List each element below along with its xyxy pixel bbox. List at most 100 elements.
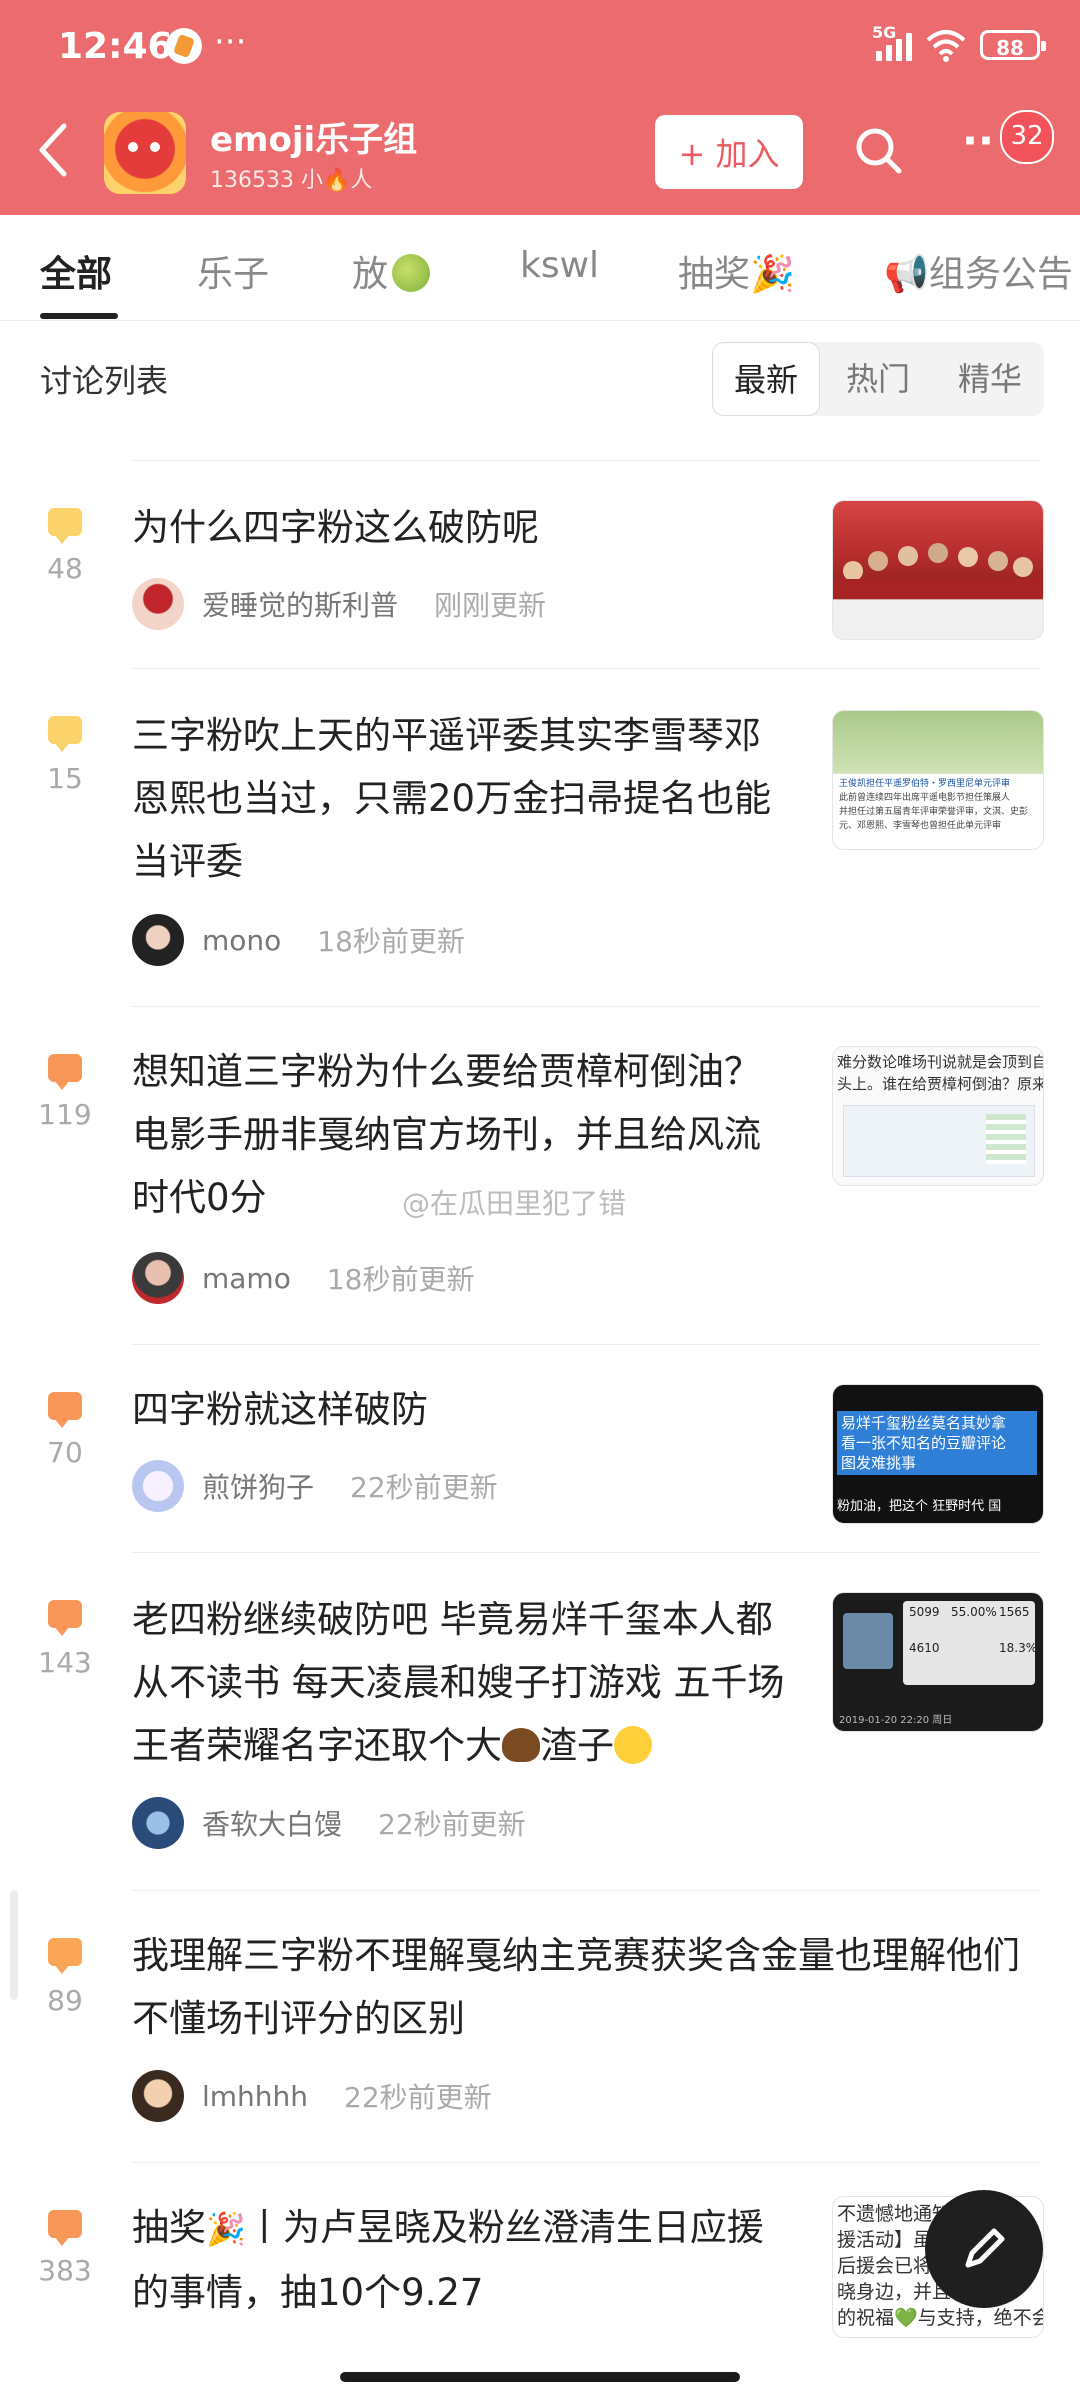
username[interactable]: mono <box>202 924 281 957</box>
status-time: 12:46 <box>58 26 173 67</box>
new-post-button[interactable] <box>925 2190 1043 2308</box>
divider <box>132 668 1040 669</box>
network-type: 5G <box>872 23 897 42</box>
group-name: emoji乐子组 <box>210 120 418 160</box>
post-meta: mono 18秒前更新 <box>132 914 465 966</box>
notification-badge: 32 <box>1000 110 1054 164</box>
comment-count: 89 <box>47 1984 83 2017</box>
sort-selector: 最新 热门 精华 <box>712 342 1044 416</box>
update-time: 22秒前更新 <box>350 1471 498 1504</box>
post-title[interactable]: 我理解三字粉不理解戛纳主竞赛获奖含金量也理解他们不懂场刊评分的区别 <box>132 1924 1042 2050</box>
active-tab-indicator <box>40 313 118 319</box>
comment-icon <box>48 1938 82 1974</box>
username[interactable]: 煎饼狗子 <box>202 1466 314 1506</box>
status-more-dots: ··· <box>214 22 247 62</box>
party-popper-icon: 🎉 <box>206 2210 246 2248</box>
search-icon[interactable] <box>854 126 904 176</box>
comment-count: 48 <box>47 552 83 585</box>
post-thumbnail[interactable] <box>832 500 1044 640</box>
member-count: 136533 小🔥人 <box>210 168 373 193</box>
more-icon[interactable]: ·· <box>962 116 994 165</box>
avatar[interactable] <box>132 1460 184 1512</box>
audience-photo-image <box>833 543 1043 599</box>
avatar[interactable] <box>132 1797 184 1849</box>
username[interactable]: 香软大白馒 <box>202 1803 342 1843</box>
comment-icon <box>48 508 82 544</box>
post-title[interactable]: 老四粉继续破防吧 毕竟易烊千玺本人都从不读书 每天凌晨和嫂子打游戏 五千场王者荣… <box>132 1588 792 1777</box>
username[interactable]: 爱睡觉的斯利普 <box>202 584 398 624</box>
back-arrow-icon[interactable] <box>30 120 80 180</box>
divider <box>132 1890 1040 1891</box>
status-indicators: 5G 88 <box>872 23 1046 62</box>
post-title[interactable]: 抽奖🎉丨为卢昱晓及粉丝澄清生日应援的事情，抽10个9.27 <box>132 2196 792 2324</box>
username[interactable]: mamo <box>202 1262 291 1295</box>
comment-icon <box>48 2210 82 2246</box>
thumbnail-stats-card: 5099 55.00% 1565 4610 18.3% <box>903 1601 1037 1685</box>
post-meta: 香软大白馒 22秒前更新 <box>132 1797 526 1849</box>
comment-icon <box>48 1054 82 1090</box>
username[interactable]: lmhhhh <box>202 2080 308 2113</box>
thumbnail-text: 王俊凯担任平遥罗伯特・罗西里尼单元评审 此前曾连续四年出席平遥电影节担任策展人 … <box>839 779 1029 831</box>
tab-announcements[interactable]: 📢组务公告 <box>884 245 1073 297</box>
update-time: 22秒前更新 <box>378 1808 526 1841</box>
post-meta: mamo 18秒前更新 <box>132 1252 474 1304</box>
avatar[interactable] <box>132 1252 184 1304</box>
post-meta: 煎饼狗子 22秒前更新 <box>132 1460 498 1512</box>
update-time: 22秒前更新 <box>344 2081 492 2114</box>
avatar[interactable] <box>132 578 184 630</box>
tab-lezi[interactable]: 乐子 <box>197 245 269 297</box>
update-time: 刚刚更新 <box>434 589 547 622</box>
scroll-indicator[interactable] <box>10 1890 18 2000</box>
divider <box>132 2162 1040 2163</box>
app-notification-icon <box>166 28 202 64</box>
edit-pen-icon <box>965 2228 1005 2268</box>
sort-featured[interactable]: 精华 <box>936 342 1044 416</box>
poop-emoji-icon <box>502 1728 540 1762</box>
post-meta: lmhhhh 22秒前更新 <box>132 2070 492 2122</box>
update-time: 18秒前更新 <box>326 1263 475 1296</box>
comment-icon <box>48 716 82 752</box>
tab-lottery[interactable]: 抽奖🎉 <box>678 245 795 297</box>
update-time: 18秒前更新 <box>317 925 465 958</box>
divider <box>132 460 1040 461</box>
divider <box>132 1344 1040 1345</box>
comment-count: 119 <box>38 1098 92 1131</box>
wifi-icon <box>926 30 966 62</box>
comment-icon <box>48 1392 82 1428</box>
post-thumbnail[interactable]: 易烊千玺粉丝莫名其妙拿 看一张不知名的豆瓣评论 图发难挑事 粉加油，把这个 狂野… <box>832 1384 1044 1524</box>
home-indicator[interactable] <box>340 2372 740 2382</box>
thumbnail-date: 2019-01-20 22:20 周日 <box>839 1715 953 1726</box>
signal-icon: 5G <box>872 23 912 61</box>
battery-icon: 88 <box>980 30 1046 60</box>
tab-kswl[interactable]: kswl <box>520 245 599 286</box>
post-title[interactable]: 三字粉吹上天的平遥评委其实李雪琴邓恩熙也当过，只需20万金扫帚提名也能当评委 <box>132 704 792 893</box>
post-meta: 爱睡觉的斯利普 刚刚更新 <box>132 578 546 630</box>
laughing-emoji-icon <box>614 1726 652 1764</box>
comment-count: 143 <box>38 1646 92 1679</box>
join-button[interactable]: + 加入 <box>655 115 803 189</box>
sort-latest[interactable]: 最新 <box>712 342 820 416</box>
post-title[interactable]: 为什么四字粉这么破防呢 <box>132 496 792 559</box>
tab-melon[interactable]: 放 <box>352 245 431 297</box>
divider <box>132 1552 1040 1553</box>
thumbnail-game-avatar <box>843 1613 893 1669</box>
group-avatar[interactable] <box>104 112 186 194</box>
post-thumbnail[interactable]: 王俊凯担任平遥罗伯特・罗西里尼单元评审 此前曾连续四年出席平遥电影节担任策展人 … <box>832 710 1044 850</box>
post-thumbnail[interactable]: 5099 55.00% 1565 4610 18.3% 2019-01-20 2… <box>832 1592 1044 1732</box>
fire-icon: 🔥 <box>322 168 351 193</box>
thumbnail-table-image <box>843 1105 1035 1177</box>
comment-count: 70 <box>47 1436 83 1469</box>
avatar[interactable] <box>132 914 184 966</box>
post-thumbnail[interactable]: 难分数论唯场刊说就是会顶到自 头上。谁在给贾樟柯倒油？原来是 <box>832 1046 1044 1186</box>
tab-all[interactable]: 全部 <box>40 245 112 297</box>
divider <box>132 1006 1040 1007</box>
post-title[interactable]: 四字粉就这样破防 <box>132 1378 792 1441</box>
avatar[interactable] <box>132 2070 184 2122</box>
comment-count: 383 <box>38 2254 92 2287</box>
watermark: @在瓜田里犯了错 <box>402 1187 627 1220</box>
melon-icon <box>392 254 431 292</box>
sort-hot[interactable]: 热门 <box>824 342 932 416</box>
category-tabs: 全部 乐子 放 kswl 抽奖🎉 📢组务公告 <box>0 215 1080 321</box>
comment-icon <box>48 1600 82 1636</box>
thumbnail-text: 难分数论唯场刊说就是会顶到自 头上。谁在给贾樟柯倒油？原来是 <box>837 1053 1044 1093</box>
